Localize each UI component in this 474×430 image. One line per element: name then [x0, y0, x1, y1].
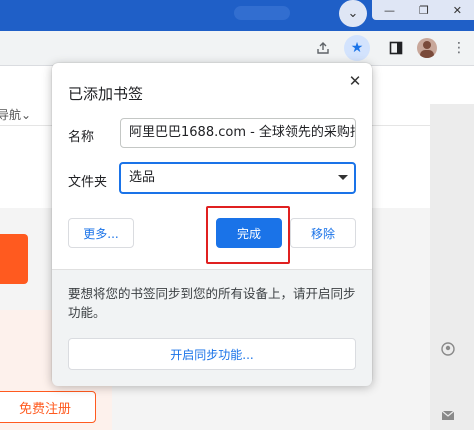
window-controls: — ❐ ✕ [372, 0, 474, 20]
folder-select[interactable]: 选品 [119, 162, 356, 194]
minimize-button[interactable]: — [384, 4, 395, 17]
bookmark-star-icon[interactable]: ★ [344, 35, 370, 61]
close-icon[interactable]: ✕ [345, 71, 365, 91]
browser-toolbar: ★ ⋮ [0, 31, 474, 66]
right-rail [430, 104, 474, 430]
orange-button[interactable] [0, 234, 28, 284]
service-icon[interactable] [441, 342, 455, 356]
folder-select-value: 选品 [129, 170, 156, 185]
more-button[interactable]: 更多... [68, 218, 134, 248]
remove-button[interactable]: 移除 [290, 218, 356, 248]
chevron-down-icon: ⌄ [347, 6, 359, 21]
chevron-down-icon [338, 175, 348, 180]
mail-icon[interactable] [441, 408, 455, 422]
page-nav-text[interactable]: 导航⌄ [0, 106, 31, 123]
bookmark-name-input[interactable]: 阿里巴巴1688.com - 全球领先的采购批发 [120, 118, 356, 148]
turn-on-sync-button[interactable]: 开启同步功能... [68, 338, 356, 370]
restore-button[interactable]: ❐ [419, 4, 429, 17]
sync-description: 要想将您的书签同步到您的所有设备上，请开启同步功能。 [68, 286, 356, 320]
more-menu-icon[interactable]: ⋮ [448, 37, 470, 59]
register-button[interactable]: 免费注册 [0, 391, 96, 423]
close-window-button[interactable]: ✕ [453, 4, 462, 17]
profile-avatar[interactable] [417, 38, 437, 58]
sidebar-icon[interactable] [385, 37, 407, 59]
done-button[interactable]: 完成 [216, 218, 282, 248]
bookmark-added-dialog: 已添加书签 ✕ 名称 阿里巴巴1688.com - 全球领先的采购批发 文件夹 … [52, 63, 372, 386]
folder-label: 文件夹 [68, 175, 108, 190]
tab-search-button[interactable]: ⌄ [339, 0, 367, 27]
tab-title-blurred [234, 6, 290, 20]
name-label: 名称 [68, 130, 95, 145]
sync-section: 要想将您的书签同步到您的所有设备上，请开启同步功能。 开启同步功能... [52, 269, 372, 386]
share-icon[interactable] [312, 37, 334, 59]
tab-strip: ⌄ — ❐ ✕ [0, 0, 474, 31]
dialog-title: 已添加书签 [68, 85, 144, 103]
